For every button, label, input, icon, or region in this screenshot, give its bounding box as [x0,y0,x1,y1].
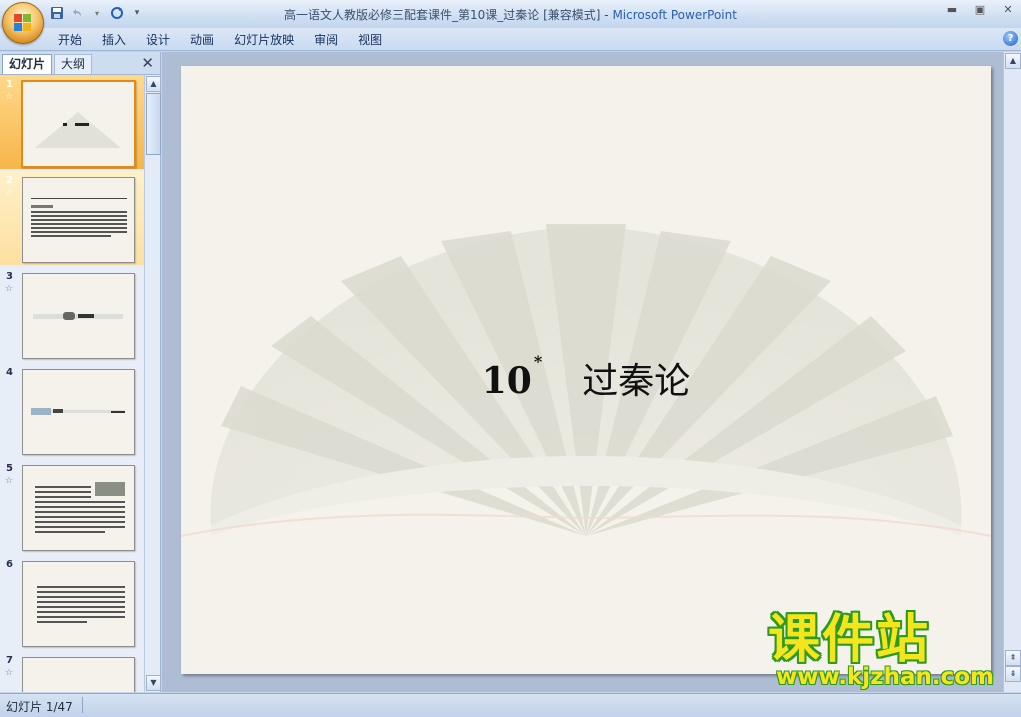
slide-thumbnail-4[interactable]: 4 [0,363,144,457]
title-separator: - [600,8,613,22]
animation-star-icon: ☆ [5,668,14,678]
office-button[interactable] [2,2,44,44]
superscript-mark: * [533,352,543,371]
close-icon[interactable]: ✕ [999,3,1017,16]
slide-editor: 10 * 过秦论 [162,52,1003,692]
banner-preview-image [33,312,123,320]
watermark-text: 课件站 [768,610,931,670]
minimize-icon[interactable]: ▬ [943,3,961,16]
slide-thumbnail-2[interactable]: 2 ☆ [0,171,144,265]
status-bar: 幻灯片 1/47 [0,693,1021,717]
text-preview-image [35,482,125,533]
fan-preview-image [35,112,121,148]
status-divider [82,697,83,713]
slide-counter: 幻灯片 1/47 [6,700,73,714]
slide-thumbnail-6[interactable]: 6 [0,555,144,649]
tab-slides[interactable]: 幻灯片 [2,54,53,74]
scroll-up-icon[interactable]: ▲ [146,76,161,92]
close-pane-icon[interactable]: ✕ [141,54,154,72]
slide-thumbnail-7[interactable]: 7 ☆ [0,651,144,692]
slide-canvas[interactable]: 10 * 过秦论 [181,66,991,674]
slide-preview [21,80,136,168]
scroll-thumb[interactable] [146,93,161,155]
slides-pane: 幻灯片 大纲 ✕ 1 ☆ 2 ☆ 3 ☆ 4 5 ☆ 6 7 ☆ ▲ ▼ [0,52,161,692]
thumbnail-list: 1 ☆ 2 ☆ 3 ☆ 4 5 ☆ 6 7 ☆ [0,75,144,692]
animation-star-icon: ☆ [5,92,14,102]
animation-star-icon: ☆ [5,188,14,198]
animation-star-icon: ☆ [5,284,14,294]
slide-thumbnail-1[interactable]: 1 ☆ [0,75,144,169]
slide-number: 2 [6,175,13,186]
ribbon-tabs: 开始 插入 设计 动画 幻灯片放映 审阅 视图 [48,31,392,49]
help-icon[interactable]: ? [1003,31,1018,46]
slide-number: 4 [6,367,13,378]
window-title: 高一语文人教版必修三配套课件_第10课_过秦论 [兼容模式] - Microso… [0,6,1021,23]
lesson-number: 10 [481,360,532,402]
document-title: 高一语文人教版必修三配套课件_第10课_过秦论 [兼容模式] [284,8,601,22]
office-logo-icon [14,14,32,32]
restore-icon[interactable]: ▣ [971,3,989,16]
watermark-logo: 课件站 www.kjzhan.com [768,612,1008,692]
app-name: Microsoft PowerPoint [612,8,737,22]
slide-preview [22,369,135,455]
tab-design[interactable]: 设计 [136,31,180,49]
scroll-down-icon[interactable]: ▼ [146,675,161,691]
animation-star-icon: ☆ [5,476,14,486]
tab-slide-show[interactable]: 幻灯片放映 [224,31,304,49]
slide-thumbnail-3[interactable]: 3 ☆ [0,267,144,361]
ribbon: 开始 插入 设计 动画 幻灯片放映 审阅 视图 ? [0,28,1021,51]
slide-thumbnail-5[interactable]: 5 ☆ [0,459,144,553]
slide-number: 6 [6,559,13,570]
tab-review[interactable]: 审阅 [304,31,348,49]
slide-number: 3 [6,271,13,282]
tab-animations[interactable]: 动画 [180,31,224,49]
slide-number: 7 [6,655,13,666]
title-bar: ▾ ▾ 高一语文人教版必修三配套课件_第10课_过秦论 [兼容模式] - Mic… [0,0,1021,28]
scroll-up-icon[interactable]: ▲ [1005,53,1021,69]
text-preview-image [37,586,125,623]
slide-preview [22,177,135,263]
banner-preview-image [31,408,125,415]
thumbnail-scrollbar[interactable]: ▲ ▼ [144,75,161,692]
lesson-title: 过秦论 [582,361,691,402]
tab-outline[interactable]: 大纲 [54,54,93,74]
slide-preview [22,561,135,647]
slide-preview [22,657,135,692]
slide-number: 5 [6,463,13,474]
slide-number: 1 [6,79,13,90]
tab-view[interactable]: 视图 [348,31,392,49]
tab-home[interactable]: 开始 [48,31,92,49]
editor-scrollbar[interactable]: ▲ ⇞ ⇟ [1003,52,1021,692]
tab-insert[interactable]: 插入 [92,31,136,49]
text-preview-image [31,198,127,237]
window-controls: ▬ ▣ ✕ [943,3,1017,16]
pane-tabs: 幻灯片 大纲 ✕ [0,52,160,75]
slide-title[interactable]: 10 * 过秦论 [181,352,991,404]
watermark-url: www.kjzhan.com [776,664,994,690]
slide-preview [22,273,135,359]
slide-preview [22,465,135,551]
